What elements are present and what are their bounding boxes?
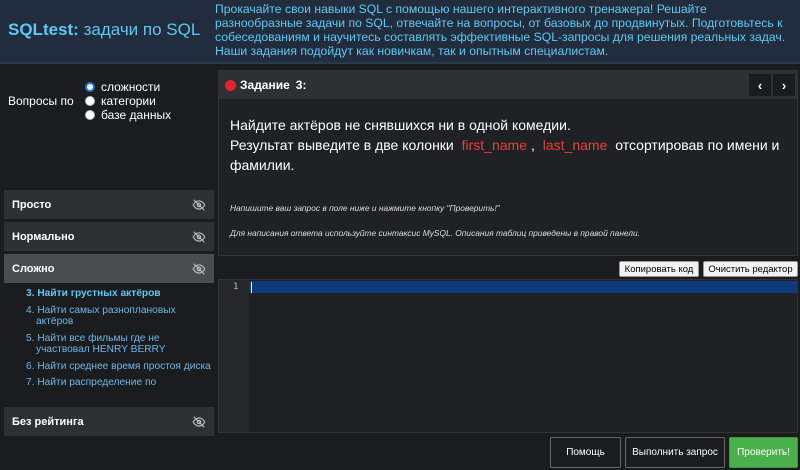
- task-text-prefix: Результат выведите в две колонки: [230, 137, 454, 153]
- prev-task-button[interactable]: ‹: [749, 74, 771, 96]
- hint-text: Напишите ваш запрос в поле ниже и нажмит…: [230, 203, 500, 213]
- task-number: 3:: [295, 78, 307, 92]
- task-link[interactable]: 4. Найти самых разноплановых актёров: [20, 305, 214, 328]
- task-title: Задание: [240, 78, 290, 92]
- section-unrated[interactable]: Без рейтинга: [4, 407, 214, 437]
- task-link[interactable]: 6. Найти среднее время простоя диска: [20, 361, 214, 373]
- column-name: last_name: [542, 137, 608, 153]
- task-line: Найдите актёров не снявшихся ни в одной …: [230, 117, 571, 133]
- logo[interactable]: SQLtest: задачи по SQL: [8, 20, 200, 40]
- next-task-button[interactable]: ›: [773, 74, 795, 96]
- radio-category[interactable]: категории: [85, 94, 171, 108]
- task-header: Задание 3: ‹ ›: [219, 71, 797, 99]
- task-line: Результат выведите в две колонки first_n…: [230, 135, 790, 175]
- section-label: Сложно: [12, 262, 55, 275]
- eye-off-icon[interactable]: [192, 230, 206, 244]
- check-button[interactable]: Проверить!: [729, 437, 798, 468]
- radio-button[interactable]: [85, 96, 95, 106]
- copy-code-button[interactable]: Копировать код: [619, 261, 699, 277]
- section-label: Без рейтинга: [12, 415, 84, 428]
- header: SQLtest: задачи по SQL Прокачайте свои н…: [0, 0, 800, 64]
- active-line-highlight: [249, 281, 797, 293]
- hint-text: Для написания ответа используйте синтакс…: [230, 228, 641, 238]
- line-number: 1: [233, 282, 239, 292]
- radio-difficulty[interactable]: сложности: [85, 80, 171, 94]
- task-link[interactable]: 7. Найти распределение по: [20, 377, 214, 389]
- task-list: 3. Найти грустных актёров 4. Найти самых…: [4, 288, 214, 394]
- section-hard[interactable]: Сложно: [4, 254, 214, 284]
- radio-label: сложности: [101, 80, 161, 94]
- task-link-current[interactable]: 3. Найти грустных актёров: [20, 288, 214, 300]
- logo-subtitle: задачи по SQL: [83, 20, 201, 39]
- run-query-button[interactable]: Выполнить запрос: [625, 437, 725, 468]
- section-easy[interactable]: Просто: [4, 190, 214, 220]
- separator: ,: [531, 137, 535, 153]
- eye-off-icon[interactable]: [192, 262, 206, 276]
- task-description: Найдите актёров не снявшихся ни в одной …: [230, 115, 790, 175]
- sql-editor[interactable]: 1: [218, 279, 798, 433]
- text-cursor: [251, 282, 252, 293]
- radio-database[interactable]: базе данных: [85, 108, 171, 122]
- editor-gutter: 1: [219, 280, 249, 432]
- section-normal[interactable]: Нормально: [4, 222, 214, 252]
- task-panel: Задание 3: ‹ › Найдите актёров не снявши…: [218, 70, 798, 256]
- logo-brand: SQLtest:: [8, 20, 79, 39]
- column-name: first_name: [461, 137, 527, 153]
- help-button[interactable]: Помощь: [550, 437, 621, 468]
- intro-text: Прокачайте свои навыки SQL с помощью наш…: [215, 2, 786, 58]
- radio-label: категории: [101, 94, 156, 108]
- section-label: Просто: [12, 198, 52, 211]
- eye-off-icon[interactable]: [192, 198, 206, 212]
- eye-off-icon[interactable]: [192, 415, 206, 429]
- filter-radio-group: сложности категории базе данных: [85, 80, 171, 122]
- status-dot-icon: [225, 79, 236, 91]
- task-link[interactable]: 5. Найти все фильмы где не участвовал HE…: [20, 333, 214, 356]
- radio-button-checked[interactable]: [85, 82, 95, 92]
- section-label: Нормально: [12, 230, 75, 243]
- radio-button[interactable]: [85, 110, 95, 120]
- radio-label: базе данных: [101, 108, 172, 122]
- clear-editor-button[interactable]: Очистить редактор: [703, 261, 798, 277]
- filter-label: Вопросы по: [8, 94, 74, 108]
